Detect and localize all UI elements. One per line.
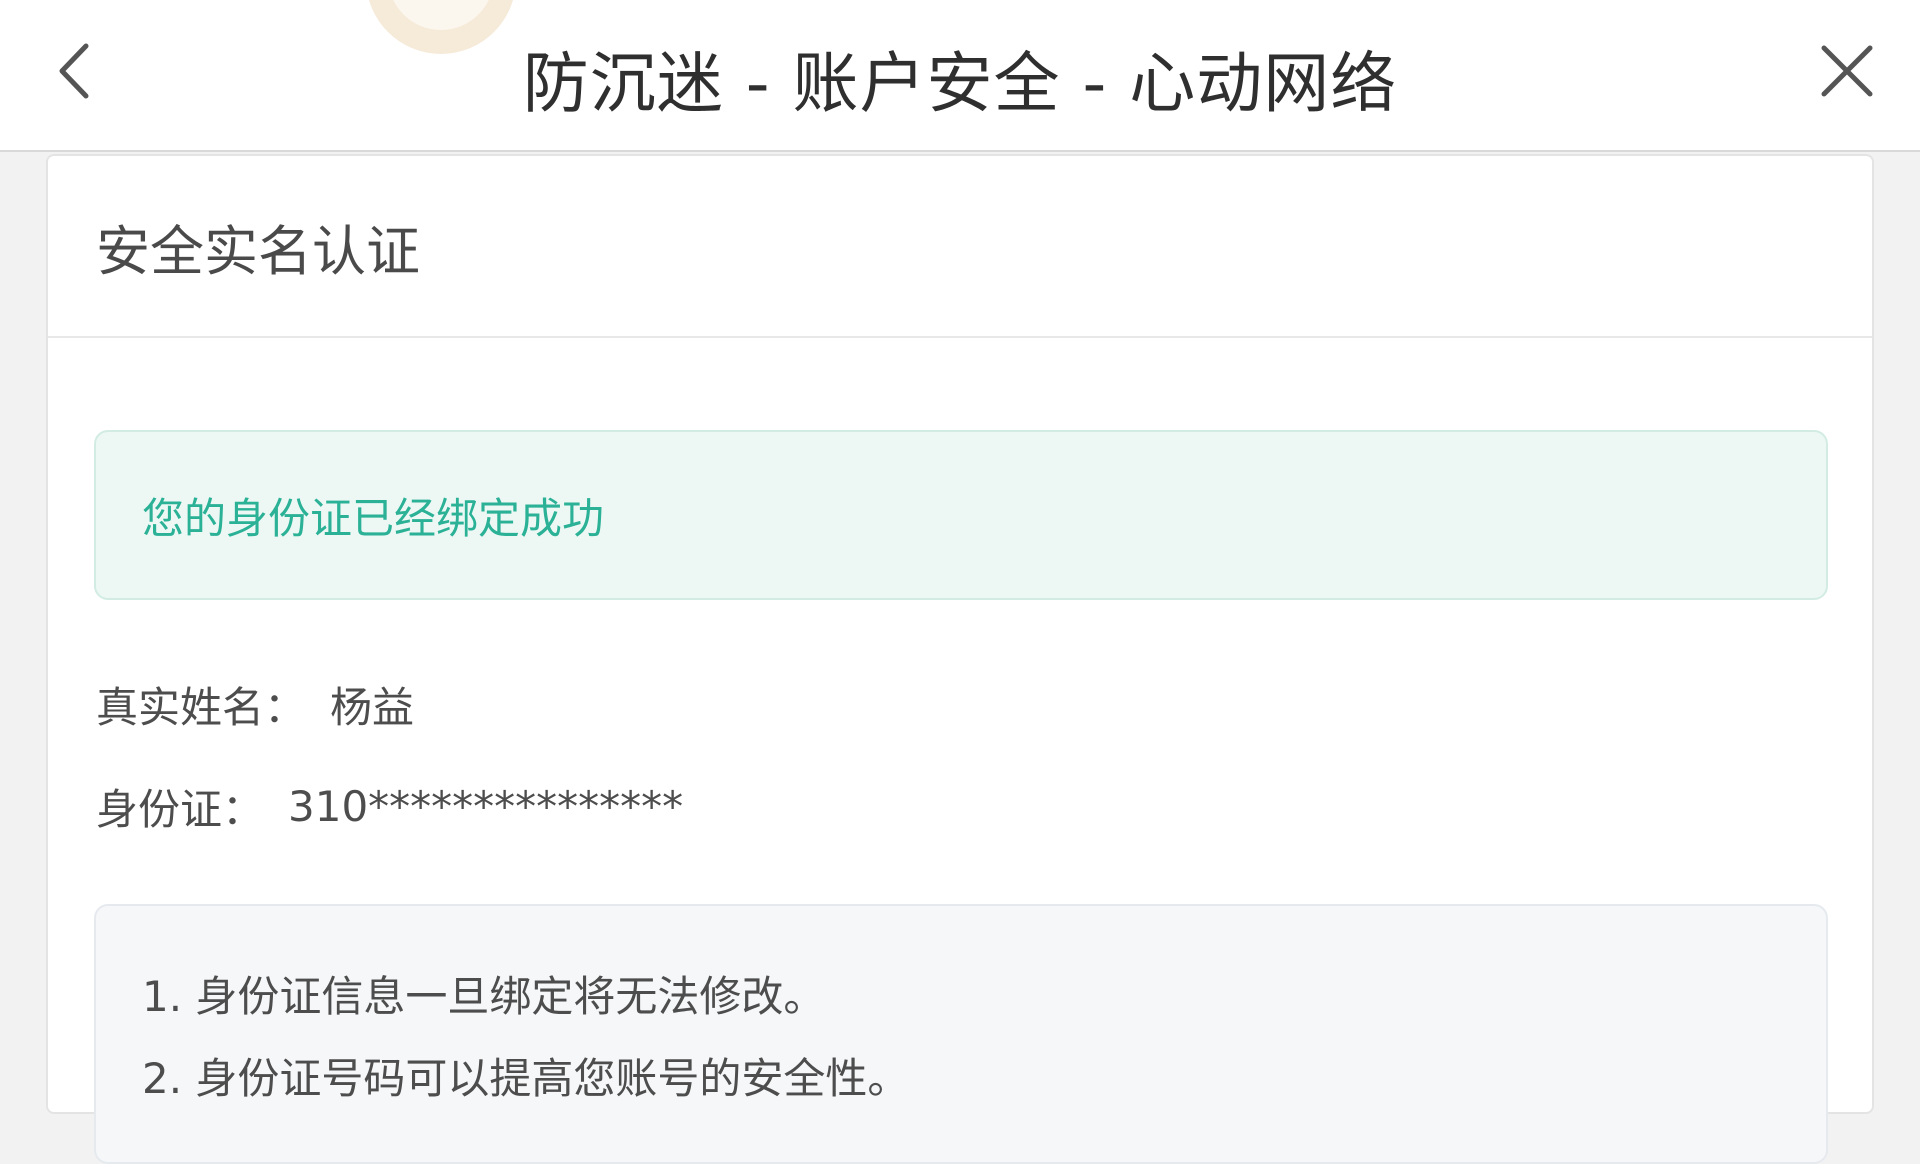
note-item: 2. 身份证号码可以提高您账号的安全性。 xyxy=(142,1054,910,1103)
verification-card: 安全实名认证 您的身份证已经绑定成功 真实姓名： 杨益 身份证： 310****… xyxy=(46,154,1874,1164)
notes-box: 1. 身份证信息一旦绑定将无法修改。 2. 身份证号码可以提高您账号的安全性。 xyxy=(94,904,1828,1164)
note-item: 1. 身份证信息一旦绑定将无法修改。 xyxy=(142,972,826,1021)
top-bar: 防沉迷 - 账户安全 - 心动网络 xyxy=(0,0,1920,152)
id-card-row: 身份证： 310*************** xyxy=(96,776,683,837)
close-button[interactable] xyxy=(1812,36,1882,106)
real-name-row: 真实姓名： 杨益 xyxy=(96,674,414,735)
real-name-label: 真实姓名： xyxy=(96,683,307,732)
id-card-value: 310*************** xyxy=(288,782,684,831)
real-name-value: 杨益 xyxy=(330,683,415,732)
page-title: 防沉迷 - 账户安全 - 心动网络 xyxy=(522,45,1398,122)
close-icon xyxy=(1821,45,1873,97)
success-alert: 您的身份证已经绑定成功 xyxy=(94,430,1828,600)
card-title: 安全实名认证 xyxy=(96,219,420,283)
success-message: 您的身份证已经绑定成功 xyxy=(142,493,605,543)
card-header: 安全实名认证 xyxy=(48,156,1872,338)
id-card-label: 身份证： xyxy=(96,785,265,834)
